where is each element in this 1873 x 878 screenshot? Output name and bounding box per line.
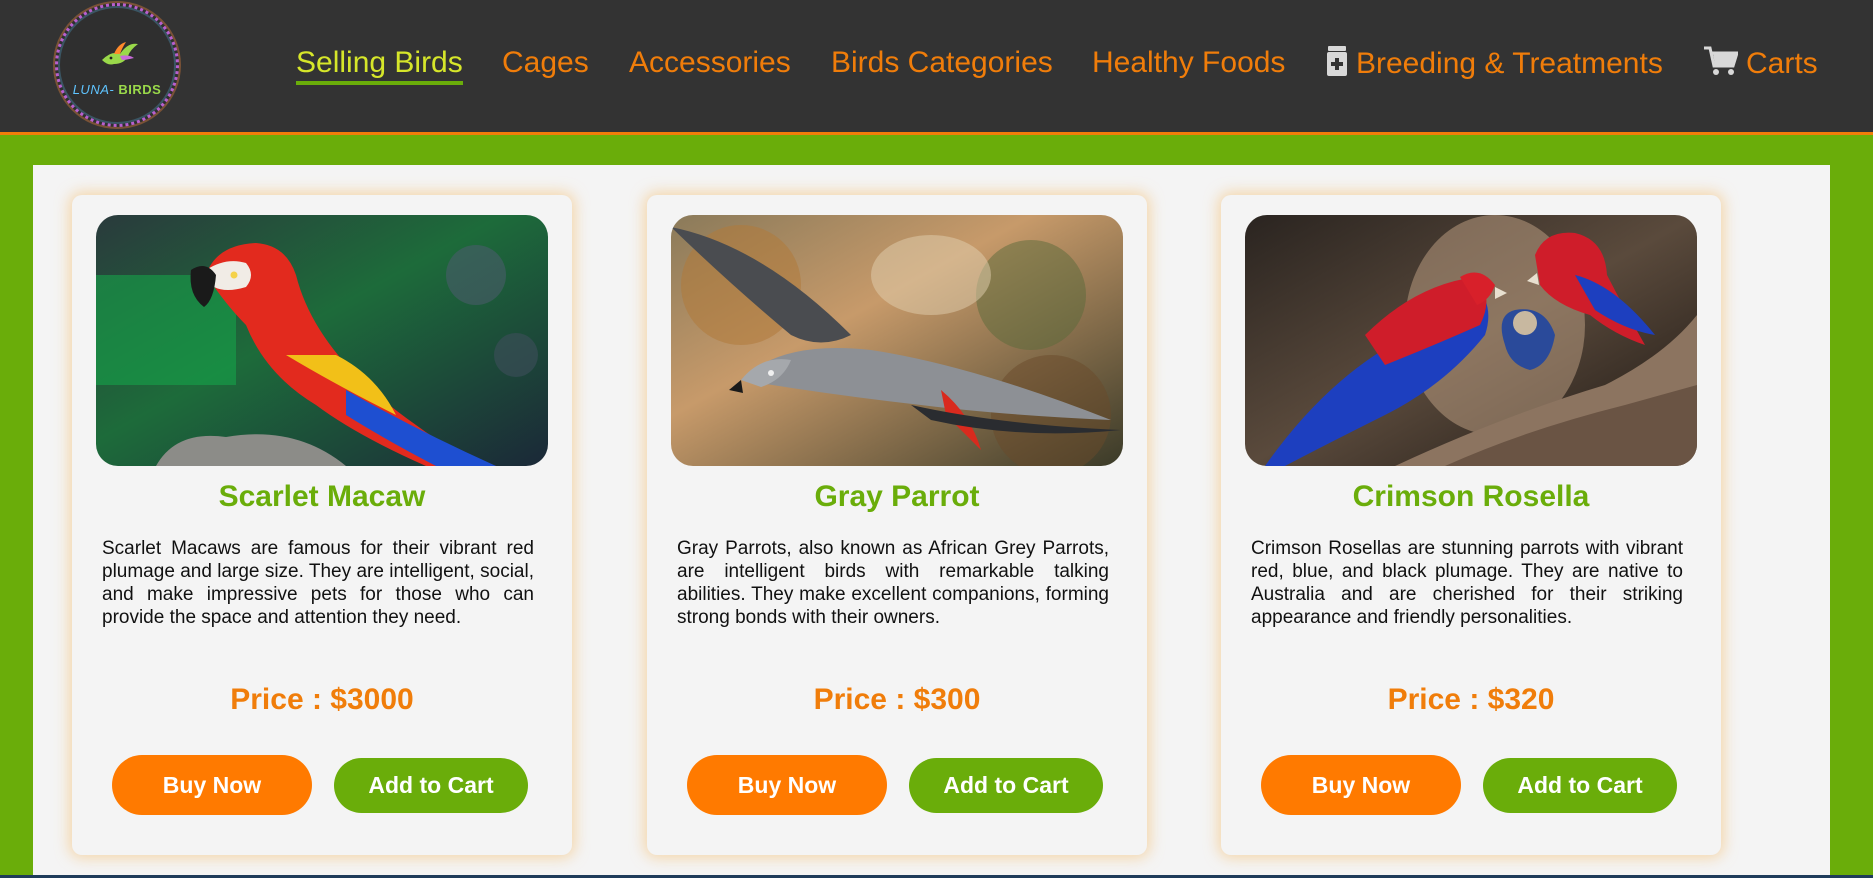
site-logo[interactable]: LUNA- BIRDS [55,3,179,127]
product-title: Gray Parrot [814,480,980,513]
product-description: Scarlet Macaws are famous for their vibr… [102,538,534,628]
nav-selling-birds-label: Selling Birds [296,46,463,79]
shopping-cart-icon [1704,46,1738,75]
buy-now-button[interactable]: Buy Now [112,755,312,815]
product-description: Gray Parrots, also known as African Grey… [677,538,1109,628]
add-to-cart-button[interactable]: Add to Cart [909,758,1103,813]
product-price: Price : $300 [813,683,981,716]
product-image-crimson-rosella[interactable] [1245,215,1697,466]
product-card-gray-parrot: Gray Parrot Gray Parrots, also known as … [647,195,1147,855]
hummingbird-logo-icon [102,42,138,65]
nav-carts[interactable]: Carts [1704,46,1818,81]
nav-birds-categories[interactable]: Birds Categories [831,46,1053,80]
logo-text: LUNA- BIRDS [58,82,176,97]
nav-selling-birds[interactable]: Selling Birds [296,46,463,85]
nav-cages[interactable]: Cages [502,46,589,80]
buy-now-button[interactable]: Buy Now [687,755,887,815]
product-title: Crimson Rosella [1352,480,1590,513]
nav-carts-label: Carts [1746,47,1818,80]
nav-healthy-foods-label: Healthy Foods [1092,46,1286,79]
logo-text-luna: LUNA- [72,82,115,97]
product-card-crimson-rosella: Crimson Rosella Crimson Rosellas are stu… [1221,195,1721,855]
top-navbar: LUNA- BIRDS Selling Birds Cages Accessor… [0,0,1873,135]
product-price: Price : $320 [1387,683,1555,716]
logo-text-birds: BIRDS [118,82,162,97]
nav-healthy-foods[interactable]: Healthy Foods [1092,46,1285,80]
nav-accessories[interactable]: Accessories [629,46,791,80]
add-to-cart-button[interactable]: Add to Cart [1483,758,1677,813]
nav-breeding-treatments[interactable]: Breeding & Treatments [1326,46,1663,81]
nav-birds-categories-label: Birds Categories [831,46,1053,79]
product-description: Crimson Rosellas are stunning parrots wi… [1251,538,1683,628]
product-image-scarlet-macaw[interactable] [96,215,548,466]
product-card-scarlet-macaw: Scarlet Macaw Scarlet Macaws are famous … [72,195,572,855]
product-title: Scarlet Macaw [218,480,426,513]
nav-accessories-label: Accessories [629,46,791,79]
nav-breeding-treatments-label: Breeding & Treatments [1356,47,1663,80]
nav-cages-label: Cages [502,46,589,79]
add-to-cart-button[interactable]: Add to Cart [334,758,528,813]
buy-now-button[interactable]: Buy Now [1261,755,1461,815]
product-price: Price : $3000 [230,683,414,716]
medicine-bottle-icon [1327,46,1347,76]
product-image-gray-parrot[interactable] [671,215,1123,466]
